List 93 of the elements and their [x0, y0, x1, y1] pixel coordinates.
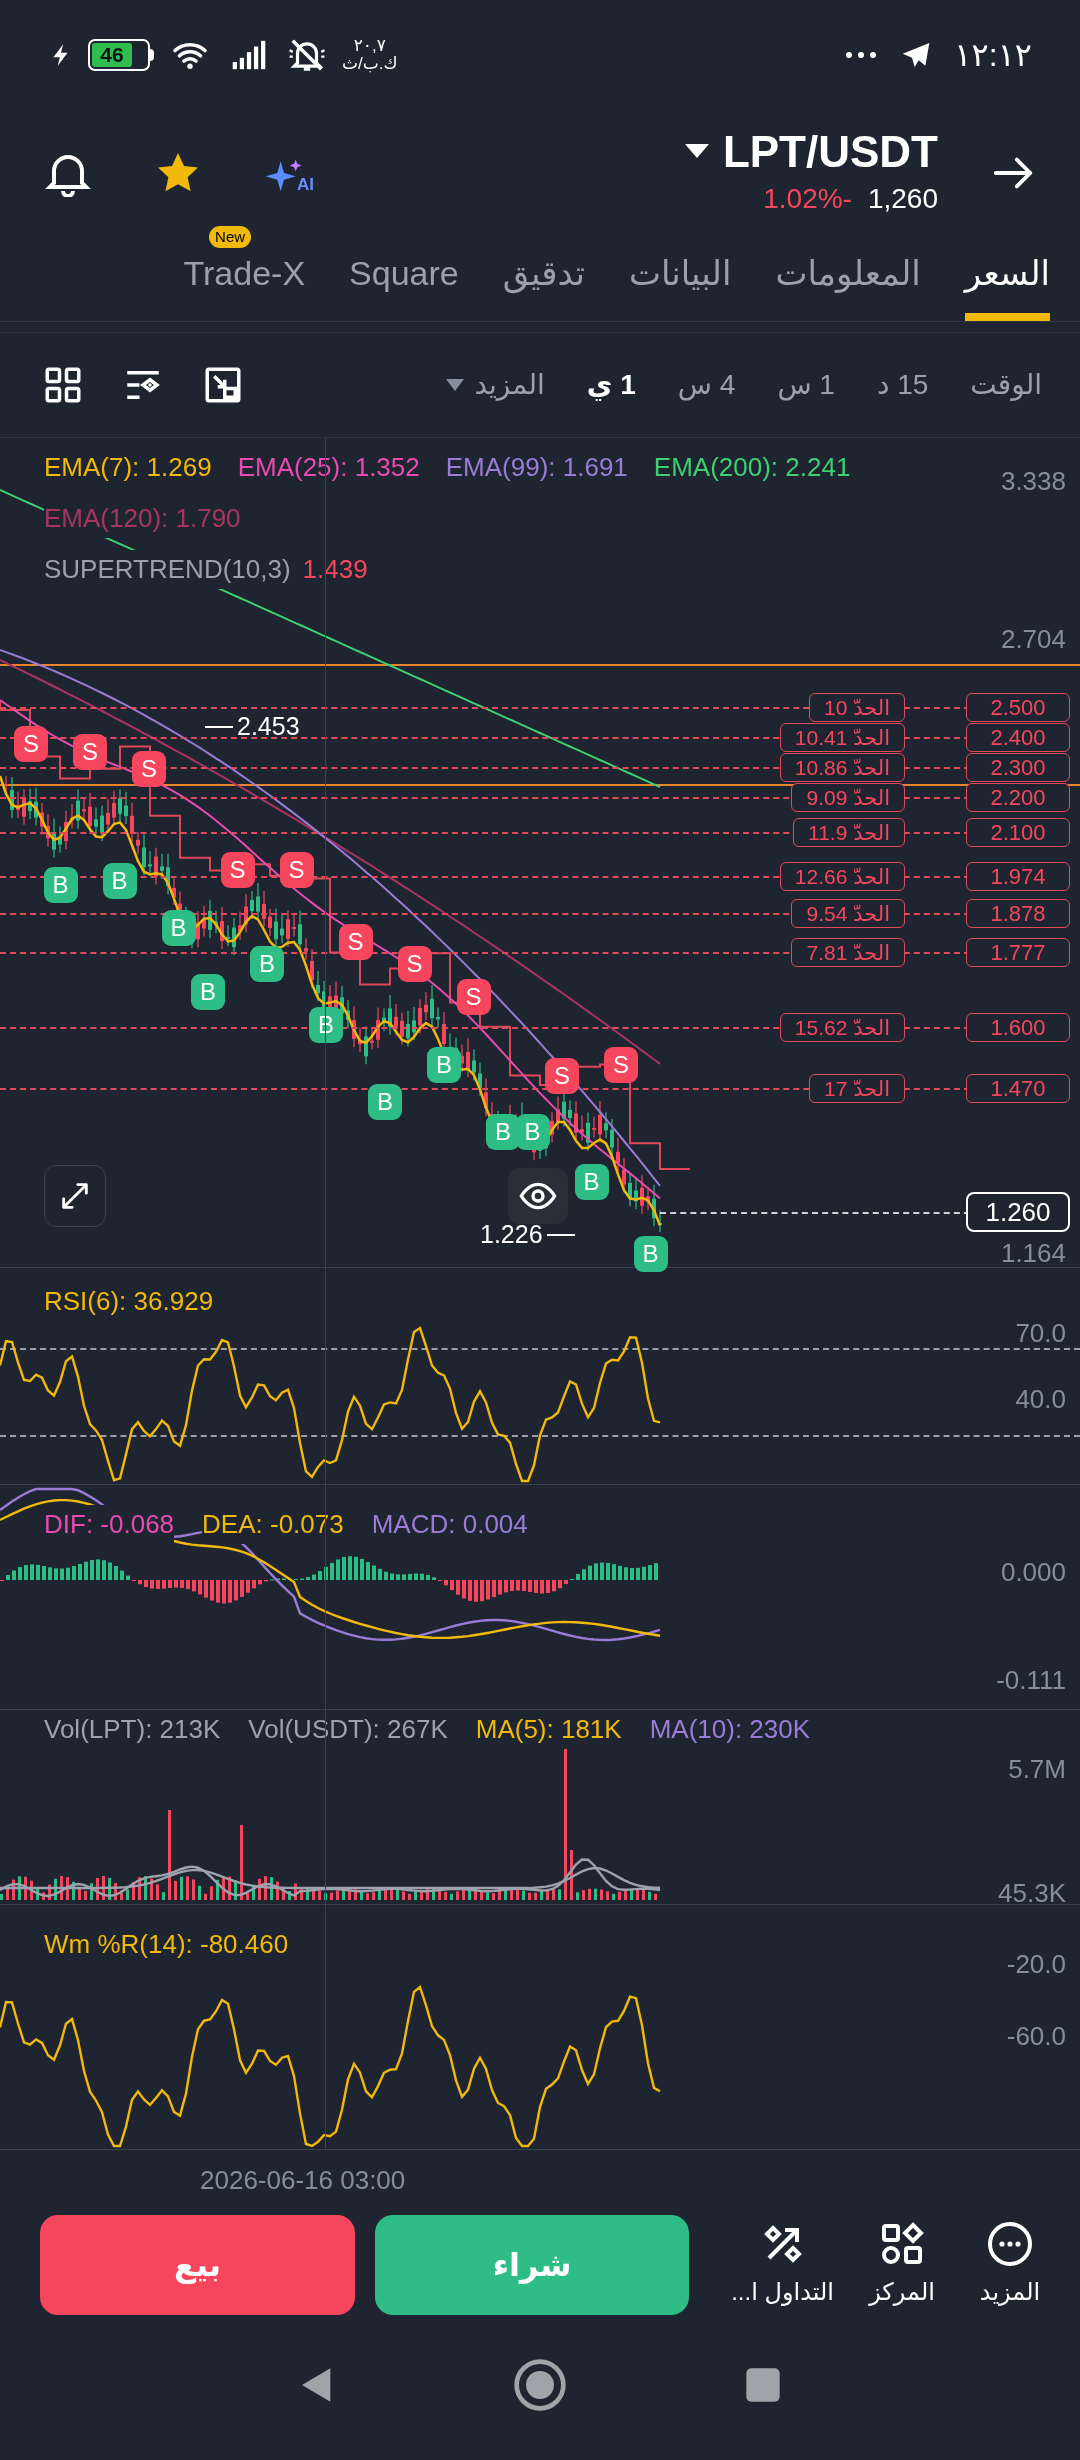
order-price-label: 2.400 [966, 723, 1070, 752]
axis-label: 3.338 [1000, 465, 1066, 498]
order-price-label: 1.470 [966, 1074, 1070, 1103]
indicator-legend: SUPERTREND(10,3) [44, 550, 291, 589]
sell-marker: S [220, 851, 255, 888]
sell-marker: S [545, 1058, 579, 1095]
sell-marker: S [132, 750, 166, 787]
buy-marker: B [427, 1047, 461, 1084]
visibility-button[interactable] [508, 1168, 568, 1224]
interval-option[interactable]: 1 س [777, 364, 835, 406]
tab[interactable]: البيانات [628, 248, 732, 321]
rsi-legend: RSI(6): 36.929 [44, 1282, 214, 1321]
limit-order-label[interactable]: الحدّ 15.62 [779, 1013, 905, 1042]
limit-order-label[interactable]: الحدّ 9.54 [791, 899, 905, 928]
order-price-label: 1.878 [966, 899, 1070, 928]
limit-order-label[interactable]: الحدّ 9.09 [791, 783, 905, 812]
axis-label: -20.0 [1006, 1948, 1066, 1981]
buy-marker: B [191, 973, 225, 1010]
order-price-label: 2.100 [966, 818, 1070, 847]
buy-marker: B [161, 909, 196, 946]
buy-marker: B [250, 945, 284, 982]
axis-label: 5.7M [1008, 1753, 1066, 1786]
sell-marker: S [73, 734, 107, 771]
caret-down-icon [684, 143, 709, 160]
current-price-label: 1.260 [966, 1192, 1070, 1232]
axis-label: 0.000 [1000, 1556, 1066, 1589]
axis-label: 40.0 [1015, 1383, 1066, 1416]
buy-marker: B [633, 1235, 668, 1272]
high-price-label: 2.453 [237, 711, 300, 742]
order-price-label: 2.500 [966, 693, 1070, 722]
more-icon [986, 2220, 1034, 2268]
limit-order-label[interactable]: الحدّ 7.81 [791, 938, 905, 967]
toolbar-action[interactable]: المزيد [970, 2220, 1050, 2310]
axis-label: 1.164 [1000, 1237, 1066, 1270]
order-price-label: 1.974 [966, 862, 1070, 891]
toolbar-action[interactable]: المركز [862, 2220, 942, 2310]
battery-level: 46 [92, 43, 132, 67]
interval-option[interactable]: 4 س [677, 364, 736, 406]
toolbar-action[interactable]: التداول ا... [731, 2220, 834, 2310]
interval-option[interactable]: 15 د [876, 364, 929, 406]
buy-marker: B [368, 1083, 402, 1120]
tab[interactable]: المعلومات [775, 248, 921, 321]
home-icon[interactable] [512, 2357, 568, 2413]
buy-marker: B [486, 1114, 520, 1150]
limit-order-label[interactable]: الحدّ 10.41 [779, 723, 905, 752]
limit-order-label[interactable]: الحدّ 10.86 [779, 753, 905, 782]
clock-time: ١٢:١٢ [954, 36, 1032, 75]
sell-marker: S [338, 924, 373, 960]
limit-order-label[interactable]: الحدّ 17 [809, 1074, 905, 1103]
axis-label: 70.0 [1015, 1317, 1066, 1350]
tab[interactable]: Trade-X [183, 248, 306, 321]
axis-label: 45.3K [998, 1877, 1066, 1910]
sell-button[interactable]: بيع [40, 2215, 355, 2315]
recents-icon[interactable] [743, 2365, 783, 2405]
limit-order-label[interactable]: الحدّ 12.66 [779, 862, 905, 891]
limit-order-label[interactable]: الحدّ 10 [809, 693, 905, 722]
limit-order-label[interactable]: الحدّ 11.9 [793, 818, 905, 847]
ai-assistant-button[interactable]: AI [264, 147, 314, 198]
buy-marker: B [102, 862, 137, 899]
order-price-label: 1.600 [966, 1013, 1070, 1042]
pair-selector[interactable]: LPT/USDT [684, 125, 938, 178]
interval-dropdown[interactable]: المزيد [446, 364, 545, 406]
sell-marker: S [456, 979, 491, 1015]
fullscreen-button[interactable] [44, 1165, 106, 1227]
more-dots-icon [844, 50, 879, 60]
order-price-label: 1.777 [966, 938, 1070, 967]
buy-marker: B [574, 1163, 609, 1200]
tab[interactable]: تدقيق [502, 248, 585, 321]
sell-marker: S [397, 946, 432, 983]
sell-marker: S [279, 852, 314, 889]
buy-marker: B [515, 1114, 550, 1150]
sell-marker: S [14, 725, 48, 762]
last-price: 1,260 [867, 181, 938, 216]
axis-label: -60.0 [1006, 2020, 1066, 2053]
tab[interactable]: Square [349, 248, 459, 321]
interval-option[interactable]: الوقت [970, 364, 1042, 406]
caret-down-icon [446, 379, 465, 391]
price-change: 1.02%- [763, 181, 852, 216]
axis-label: 2.704 [1000, 623, 1066, 656]
data-speed: ٢٠,٧ [353, 37, 386, 55]
axis-label: -0.111 [996, 1664, 1066, 1697]
interval-option[interactable]: 1 ي [586, 364, 636, 406]
williams-r-legend: Wm %R(14): -80.460 [44, 1925, 289, 1964]
time-axis-label: 2026-06-16 03:00 [200, 2163, 406, 2197]
order-price-label: 2.300 [966, 753, 1070, 782]
buy-marker: B [43, 867, 78, 904]
sell-marker: S [604, 1046, 638, 1083]
indicator-legend: DIF: -0.068 [44, 1505, 175, 1544]
tab[interactable]: السعر [964, 248, 1050, 321]
order-price-label: 2.200 [966, 783, 1070, 812]
new-badge: New [209, 226, 252, 248]
low-price-label: 1.226 [480, 1219, 543, 1250]
data-speed-unit: ك.ب/ث [342, 55, 398, 73]
